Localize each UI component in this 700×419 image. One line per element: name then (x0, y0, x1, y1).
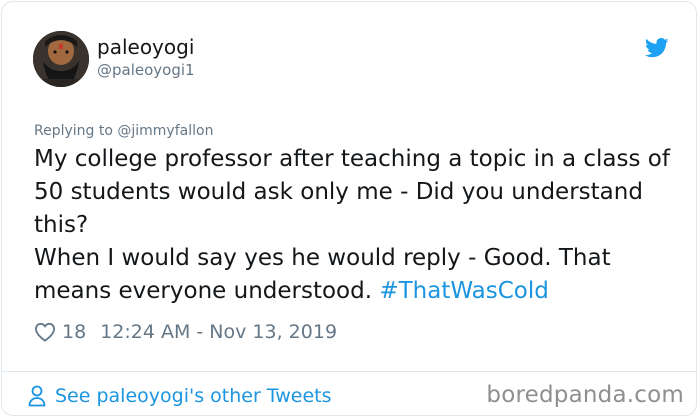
tweet-text: My college professor after teaching a to… (34, 143, 680, 308)
display-name[interactable]: paleoyogi (97, 35, 194, 59)
watermark: boredpanda.com (486, 382, 684, 408)
tweet-meta: 18 12:24 AM - Nov 13, 2019 (34, 318, 337, 346)
user-handle[interactable]: @paleoyogi1 (97, 61, 195, 79)
see-other-tweets-link[interactable]: See paleoyogi's other Tweets (28, 382, 332, 410)
avatar-image (33, 31, 89, 87)
person-icon (28, 385, 46, 407)
replying-to[interactable]: Replying to @jimmyfallon (34, 122, 213, 140)
avatar[interactable] (33, 31, 89, 87)
see-other-tweets-label: See paleoyogi's other Tweets (55, 385, 332, 407)
like-count: 18 (62, 321, 87, 343)
tweet-card: paleoyogi @paleoyogi1 Replying to @jimmy… (1, 1, 697, 416)
timestamp[interactable]: 12:24 AM - Nov 13, 2019 (100, 321, 337, 343)
hashtag-link[interactable]: #ThatWasCold (379, 278, 548, 304)
divider (2, 371, 696, 372)
tweet-text-line-1: My college professor after teaching a to… (34, 146, 670, 238)
tweet-text-line-2: When I would say yes he would reply - Go… (34, 242, 680, 308)
heart-icon[interactable] (34, 322, 56, 342)
twitter-bird-icon[interactable] (645, 38, 669, 58)
